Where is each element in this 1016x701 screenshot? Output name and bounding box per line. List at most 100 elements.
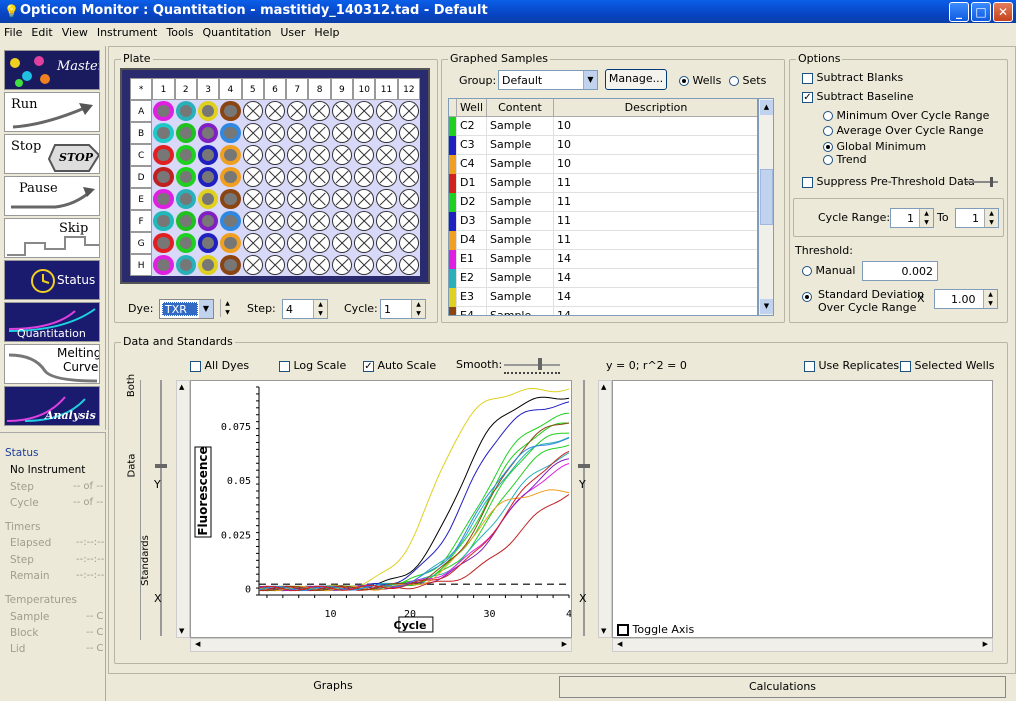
plate-col-header[interactable]: 3 bbox=[196, 78, 220, 100]
plate-well[interactable] bbox=[220, 123, 241, 143]
menu-user[interactable]: User bbox=[276, 23, 310, 39]
table-row[interactable]: D3 Sample 11 bbox=[449, 212, 757, 231]
plate-well[interactable] bbox=[220, 255, 241, 275]
plate-well[interactable] bbox=[354, 101, 375, 121]
plate-well[interactable] bbox=[264, 167, 286, 187]
plate-well[interactable] bbox=[153, 255, 174, 275]
plate-well[interactable] bbox=[376, 167, 397, 187]
plate-well[interactable] bbox=[309, 211, 330, 231]
plate-well[interactable] bbox=[242, 167, 263, 187]
plate-well[interactable] bbox=[153, 145, 174, 165]
samples-scrollbar[interactable]: ▲ ▼ bbox=[758, 98, 774, 316]
plate-well[interactable] bbox=[264, 101, 286, 121]
plate-well[interactable] bbox=[354, 167, 375, 187]
cycle-stepper[interactable]: 1 ▲ ▼ bbox=[380, 299, 426, 319]
plate-well[interactable] bbox=[331, 167, 353, 187]
plate-well[interactable] bbox=[153, 101, 174, 121]
scroll-down-icon[interactable]: ▼ bbox=[601, 627, 606, 635]
plate-well[interactable] bbox=[242, 189, 263, 209]
plate-well[interactable] bbox=[354, 255, 375, 275]
plate-well[interactable] bbox=[331, 211, 353, 231]
plate-row-header[interactable]: E bbox=[130, 188, 153, 210]
toggle-axis-checkbox[interactable]: Toggle Axis bbox=[617, 623, 694, 636]
plate-well[interactable] bbox=[242, 255, 263, 275]
plate-well[interactable] bbox=[287, 189, 308, 209]
plate-well[interactable] bbox=[309, 123, 330, 143]
tab-standards[interactable]: Standards bbox=[120, 535, 151, 635]
chart-vscroll[interactable]: ▲ ▼ bbox=[176, 380, 190, 638]
std-hscroll[interactable]: ◀ ▶ bbox=[612, 638, 993, 652]
plate-well[interactable] bbox=[264, 123, 286, 143]
col-header-description[interactable]: Description bbox=[554, 99, 757, 117]
cycle-range-to[interactable]: 1 ▲ ▼ bbox=[955, 208, 999, 228]
plate-col-header[interactable]: 10 bbox=[353, 78, 376, 100]
manual-radio[interactable]: Manual bbox=[802, 264, 855, 277]
plate-well[interactable] bbox=[175, 123, 196, 143]
menu-edit[interactable]: Edit bbox=[27, 23, 57, 39]
step-stepper[interactable]: 4 ▲ ▼ bbox=[282, 299, 328, 319]
plate-well[interactable] bbox=[398, 145, 419, 165]
table-row[interactable]: D1 Sample 11 bbox=[449, 174, 757, 193]
table-row[interactable]: D4 Sample 11 bbox=[449, 231, 757, 250]
plate-well[interactable] bbox=[153, 189, 174, 209]
table-row[interactable]: E4 Sample 14 bbox=[449, 307, 757, 315]
group-select[interactable]: Default ▼ bbox=[498, 70, 598, 90]
menu-help[interactable]: Help bbox=[310, 23, 344, 39]
plate-col-header[interactable]: 7 bbox=[286, 78, 309, 100]
plate-well[interactable] bbox=[376, 101, 397, 121]
tab-data[interactable]: Data bbox=[120, 454, 142, 530]
plate-well[interactable] bbox=[287, 167, 308, 187]
plate-well[interactable] bbox=[287, 101, 308, 121]
plate-well[interactable] bbox=[220, 145, 241, 165]
col-header-content[interactable]: Content bbox=[487, 99, 554, 117]
smooth-slider[interactable] bbox=[504, 358, 560, 370]
plate-well[interactable] bbox=[264, 145, 286, 165]
plate-well[interactable] bbox=[309, 145, 330, 165]
plate-well[interactable] bbox=[220, 211, 241, 231]
tab-both[interactable]: Both bbox=[120, 374, 142, 450]
plate-well[interactable] bbox=[331, 123, 353, 143]
plate-well[interactable] bbox=[175, 145, 196, 165]
plate-well[interactable] bbox=[376, 233, 397, 253]
plate-row-header[interactable]: G bbox=[130, 232, 153, 254]
plate-col-header[interactable]: 2 bbox=[174, 78, 197, 100]
trend-radio[interactable]: Trend bbox=[823, 153, 867, 166]
wells-radio[interactable]: Wells bbox=[679, 74, 721, 87]
plate-well[interactable] bbox=[220, 189, 241, 209]
table-row[interactable]: C2 Sample 10 bbox=[449, 117, 757, 136]
tab-graphs[interactable]: Graphs bbox=[110, 676, 556, 698]
plate-well[interactable] bbox=[197, 101, 219, 121]
plate-well[interactable] bbox=[287, 145, 308, 165]
manual-threshold-input[interactable]: 0.002 bbox=[862, 261, 938, 281]
log-scale-checkbox[interactable]: Log Scale bbox=[279, 359, 346, 372]
table-row[interactable]: E3 Sample 14 bbox=[449, 288, 757, 307]
plate-col-header[interactable]: 12 bbox=[397, 78, 420, 100]
stddev-radio[interactable] bbox=[802, 290, 812, 303]
min-over-range-radio[interactable]: Minimum Over Cycle Range bbox=[823, 109, 989, 122]
plate-well[interactable] bbox=[376, 189, 397, 209]
plate-well[interactable] bbox=[242, 123, 263, 143]
plate-well[interactable] bbox=[175, 101, 196, 121]
plate-well[interactable] bbox=[354, 145, 375, 165]
scroll-up-icon[interactable]: ▲ bbox=[601, 383, 606, 391]
plate-well[interactable] bbox=[153, 167, 174, 187]
plate-col-header[interactable]: 11 bbox=[375, 78, 398, 100]
dye-select[interactable]: TXR ▼ bbox=[159, 299, 214, 319]
plate-well[interactable] bbox=[175, 255, 196, 275]
auto-scale-checkbox[interactable]: ✓ Auto Scale bbox=[363, 359, 436, 372]
chevron-down-icon[interactable]: ▼ bbox=[199, 300, 213, 318]
plate-well[interactable] bbox=[175, 167, 196, 187]
close-button[interactable]: ✕ bbox=[993, 2, 1013, 22]
menu-instrument[interactable]: Instrument bbox=[93, 23, 163, 39]
menu-view[interactable]: View bbox=[58, 23, 93, 39]
plate-well[interactable] bbox=[398, 189, 419, 209]
plate-well[interactable] bbox=[287, 123, 308, 143]
plate-well[interactable] bbox=[331, 101, 353, 121]
global-min-radio[interactable]: Global Minimum bbox=[823, 140, 926, 153]
table-row[interactable]: E1 Sample 14 bbox=[449, 250, 757, 269]
plate-well[interactable] bbox=[220, 233, 241, 253]
run-button[interactable]: Run bbox=[4, 92, 100, 132]
scroll-down-icon[interactable]: ▼ bbox=[760, 299, 773, 314]
plate-well[interactable] bbox=[287, 255, 308, 275]
scroll-right-icon[interactable]: ▶ bbox=[983, 640, 988, 648]
